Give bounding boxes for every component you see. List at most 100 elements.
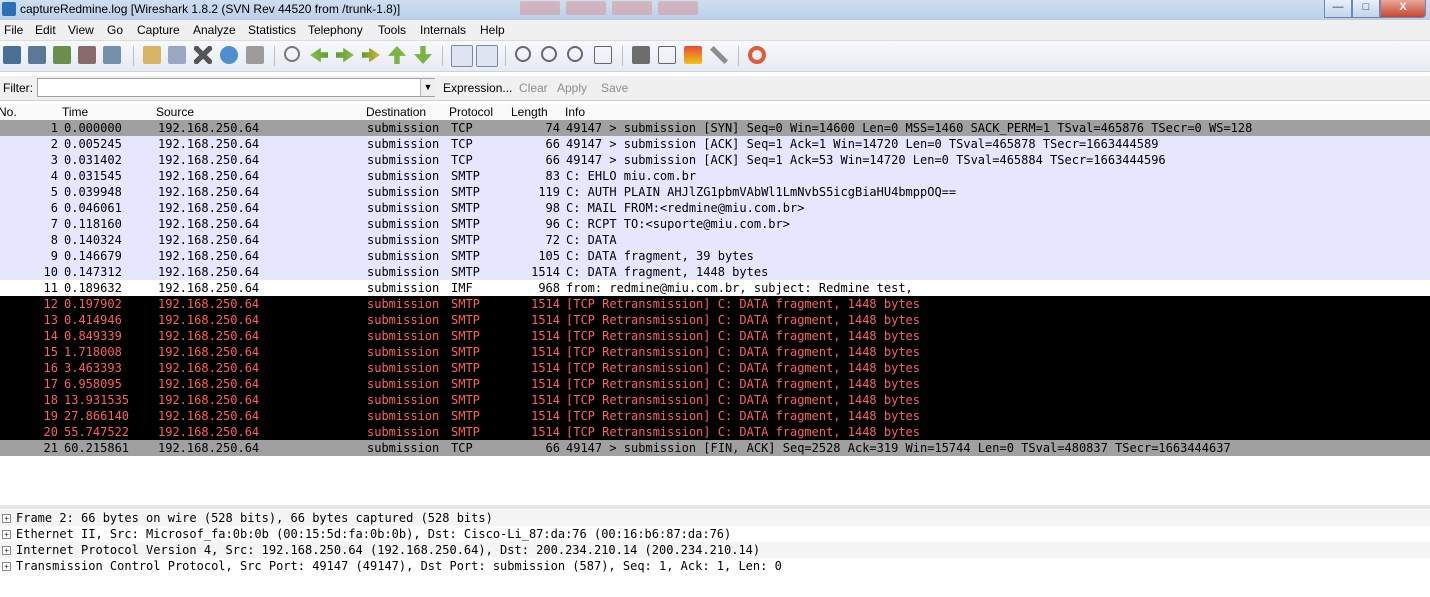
packet-row[interactable]: 11 0.189632 192.168.250.64 submission IMF 968…	[0, 280, 1430, 296]
packet-row[interactable]: 18 13.931535 192.168.250.64 submission SMTP 1…	[0, 392, 1430, 408]
packet-cell-info: from: redmine@miu.com.br, subject: Redmi…	[566, 281, 913, 295]
packet-row[interactable]: 9 0.146679 192.168.250.64 submission SMTP 105…	[0, 248, 1430, 264]
find-packet-icon[interactable]	[284, 46, 300, 62]
pane-splitter[interactable]	[0, 505, 1430, 509]
auto-scroll-icon[interactable]	[476, 45, 498, 67]
help-icon[interactable]	[748, 46, 766, 64]
menu-help[interactable]: Help	[480, 23, 505, 37]
go-first-icon[interactable]	[388, 46, 406, 64]
packet-cell-no: 7	[50, 217, 58, 231]
close-button[interactable]: X	[1380, 0, 1426, 18]
capture-options-icon[interactable]	[28, 46, 46, 64]
detail-tree-item[interactable]: + Internet Protocol Version 4, Src: 192.1…	[0, 542, 1430, 558]
go-forward-icon[interactable]	[336, 47, 354, 63]
packet-cell-time: 0.005245	[64, 137, 122, 151]
column-header-info[interactable]: Info	[565, 105, 585, 119]
filter-save-button[interactable]: Save	[601, 81, 628, 95]
packet-cell-no: 19	[43, 409, 58, 423]
go-to-packet-icon[interactable]	[362, 47, 380, 63]
packet-row[interactable]: 5 0.039948 192.168.250.64 submission SMTP 119…	[0, 184, 1430, 200]
open-file-icon[interactable]	[143, 46, 161, 64]
restart-capture-icon[interactable]	[103, 46, 121, 64]
column-header-destination[interactable]: Destination	[366, 105, 426, 119]
packet-cell-src: 192.168.250.64	[158, 153, 260, 167]
packet-row[interactable]: 20 55.747522 192.168.250.64 submission SMTP 1…	[0, 424, 1430, 440]
filter-dropdown-button[interactable]: ▼	[420, 79, 435, 96]
detail-tree-label: Transmission Control Protocol, Src Port:…	[16, 559, 782, 573]
column-header-time[interactable]: Time	[62, 105, 88, 119]
filter-apply-button[interactable]: Apply	[557, 81, 587, 95]
resize-columns-icon[interactable]	[594, 46, 612, 64]
packet-row[interactable]: 6 0.046061 192.168.250.64 submission SMTP 98 C…	[0, 200, 1430, 216]
packet-row[interactable]: 19 27.866140 192.168.250.64 submission SMTP 1…	[0, 408, 1430, 424]
capture-filters-icon[interactable]	[632, 46, 650, 64]
display-filter-input[interactable]	[37, 78, 435, 97]
stop-capture-icon[interactable]	[78, 46, 96, 64]
detail-tree-label: Ethernet II, Src: Microsof_fa:0b:0b (00:…	[16, 527, 732, 541]
menu-file[interactable]: File	[4, 23, 23, 37]
minimize-button[interactable]: —	[1324, 0, 1352, 18]
menu-internals[interactable]: Internals	[420, 23, 466, 37]
packet-cell-len: 74	[545, 121, 560, 135]
column-header-length[interactable]: Length	[511, 105, 548, 119]
detail-tree-item[interactable]: + Frame 2: 66 bytes on wire (528 bits), 6…	[0, 510, 1430, 526]
expand-icon[interactable]: +	[2, 530, 11, 539]
packet-row[interactable]: 15 1.718008 192.168.250.64 submission SMTP 15…	[0, 344, 1430, 360]
zoom-out-icon[interactable]	[541, 46, 557, 62]
menu-statistics[interactable]: Statistics	[248, 23, 296, 37]
packet-row[interactable]: 8 0.140324 192.168.250.64 submission SMTP 72 C…	[0, 232, 1430, 248]
menu-telephony[interactable]: Telephony	[308, 23, 363, 37]
maximize-button[interactable]: □	[1352, 0, 1380, 18]
reload-icon[interactable]	[220, 46, 238, 64]
filter-expression-button[interactable]: Expression...	[443, 81, 512, 95]
packet-row[interactable]: 16 3.463393 192.168.250.64 submission SMTP 15…	[0, 360, 1430, 376]
print-icon[interactable]	[246, 46, 264, 64]
menu-tools[interactable]: Tools	[378, 23, 406, 37]
go-last-icon[interactable]	[414, 46, 432, 64]
zoom-normal-icon[interactable]	[567, 46, 583, 62]
packet-cell-info: 49147 > submission [ACK] Seq=1 Ack=1 Win…	[566, 137, 1159, 151]
filter-clear-button[interactable]: Clear	[519, 81, 548, 95]
save-file-icon[interactable]	[168, 46, 186, 64]
interface-list-icon[interactable]	[3, 46, 21, 64]
coloring-rules-icon[interactable]	[684, 46, 702, 64]
packet-cell-len: 98	[545, 201, 560, 215]
menu-view[interactable]: View	[68, 23, 94, 37]
go-back-icon[interactable]	[310, 47, 328, 63]
detail-tree-item[interactable]: + Ethernet II, Src: Microsof_fa:0b:0b (00…	[0, 526, 1430, 542]
expand-icon[interactable]: +	[2, 562, 11, 571]
close-file-icon[interactable]	[194, 46, 212, 64]
packet-row[interactable]: 10 0.147312 192.168.250.64 submission SMTP 15…	[0, 264, 1430, 280]
menu-capture[interactable]: Capture	[137, 23, 180, 37]
column-header-source[interactable]: Source	[156, 105, 194, 119]
column-header-no[interactable]: No.	[0, 105, 17, 119]
preferences-icon[interactable]	[710, 46, 728, 64]
menu-analyze[interactable]: Analyze	[193, 23, 236, 37]
packet-cell-time: 1.718008	[64, 345, 122, 359]
packet-row[interactable]: 4 0.031545 192.168.250.64 submission SMTP 83 C…	[0, 168, 1430, 184]
packet-row[interactable]: 21 60.215861 192.168.250.64 submission TCP 66…	[0, 440, 1430, 456]
packet-row[interactable]: 1 0.000000 192.168.250.64 submission TCP 74 49…	[0, 120, 1430, 136]
start-capture-icon[interactable]	[53, 46, 71, 64]
packet-cell-time: 0.118160	[64, 217, 122, 231]
packet-list-header: No. Time Source Destination Protocol Len…	[0, 104, 1430, 121]
packet-row[interactable]: 17 6.958095 192.168.250.64 submission SMTP 15…	[0, 376, 1430, 392]
detail-tree-item[interactable]: + Transmission Control Protocol, Src Port…	[0, 558, 1430, 574]
menu-edit[interactable]: Edit	[35, 23, 56, 37]
colorize-icon[interactable]	[451, 45, 473, 67]
packet-row[interactable]: 7 0.118160 192.168.250.64 submission SMTP 96 C…	[0, 216, 1430, 232]
display-filters-icon[interactable]	[658, 46, 676, 64]
packet-row[interactable]: 12 0.197902 192.168.250.64 submission SMTP 15…	[0, 296, 1430, 312]
menu-go[interactable]: Go	[107, 23, 123, 37]
zoom-in-icon[interactable]	[515, 46, 531, 62]
packet-cell-proto: SMTP	[451, 313, 480, 327]
packet-cell-proto: SMTP	[451, 185, 480, 199]
packet-row[interactable]: 14 0.849339 192.168.250.64 submission SMTP 15…	[0, 328, 1430, 344]
packet-cell-no: 14	[43, 329, 58, 343]
expand-icon[interactable]: +	[2, 514, 11, 523]
packet-row[interactable]: 3 0.031402 192.168.250.64 submission TCP 66 49…	[0, 152, 1430, 168]
packet-row[interactable]: 13 0.414946 192.168.250.64 submission SMTP 15…	[0, 312, 1430, 328]
column-header-protocol[interactable]: Protocol	[449, 105, 493, 119]
expand-icon[interactable]: +	[2, 546, 11, 555]
packet-row[interactable]: 2 0.005245 192.168.250.64 submission TCP 66 49…	[0, 136, 1430, 152]
